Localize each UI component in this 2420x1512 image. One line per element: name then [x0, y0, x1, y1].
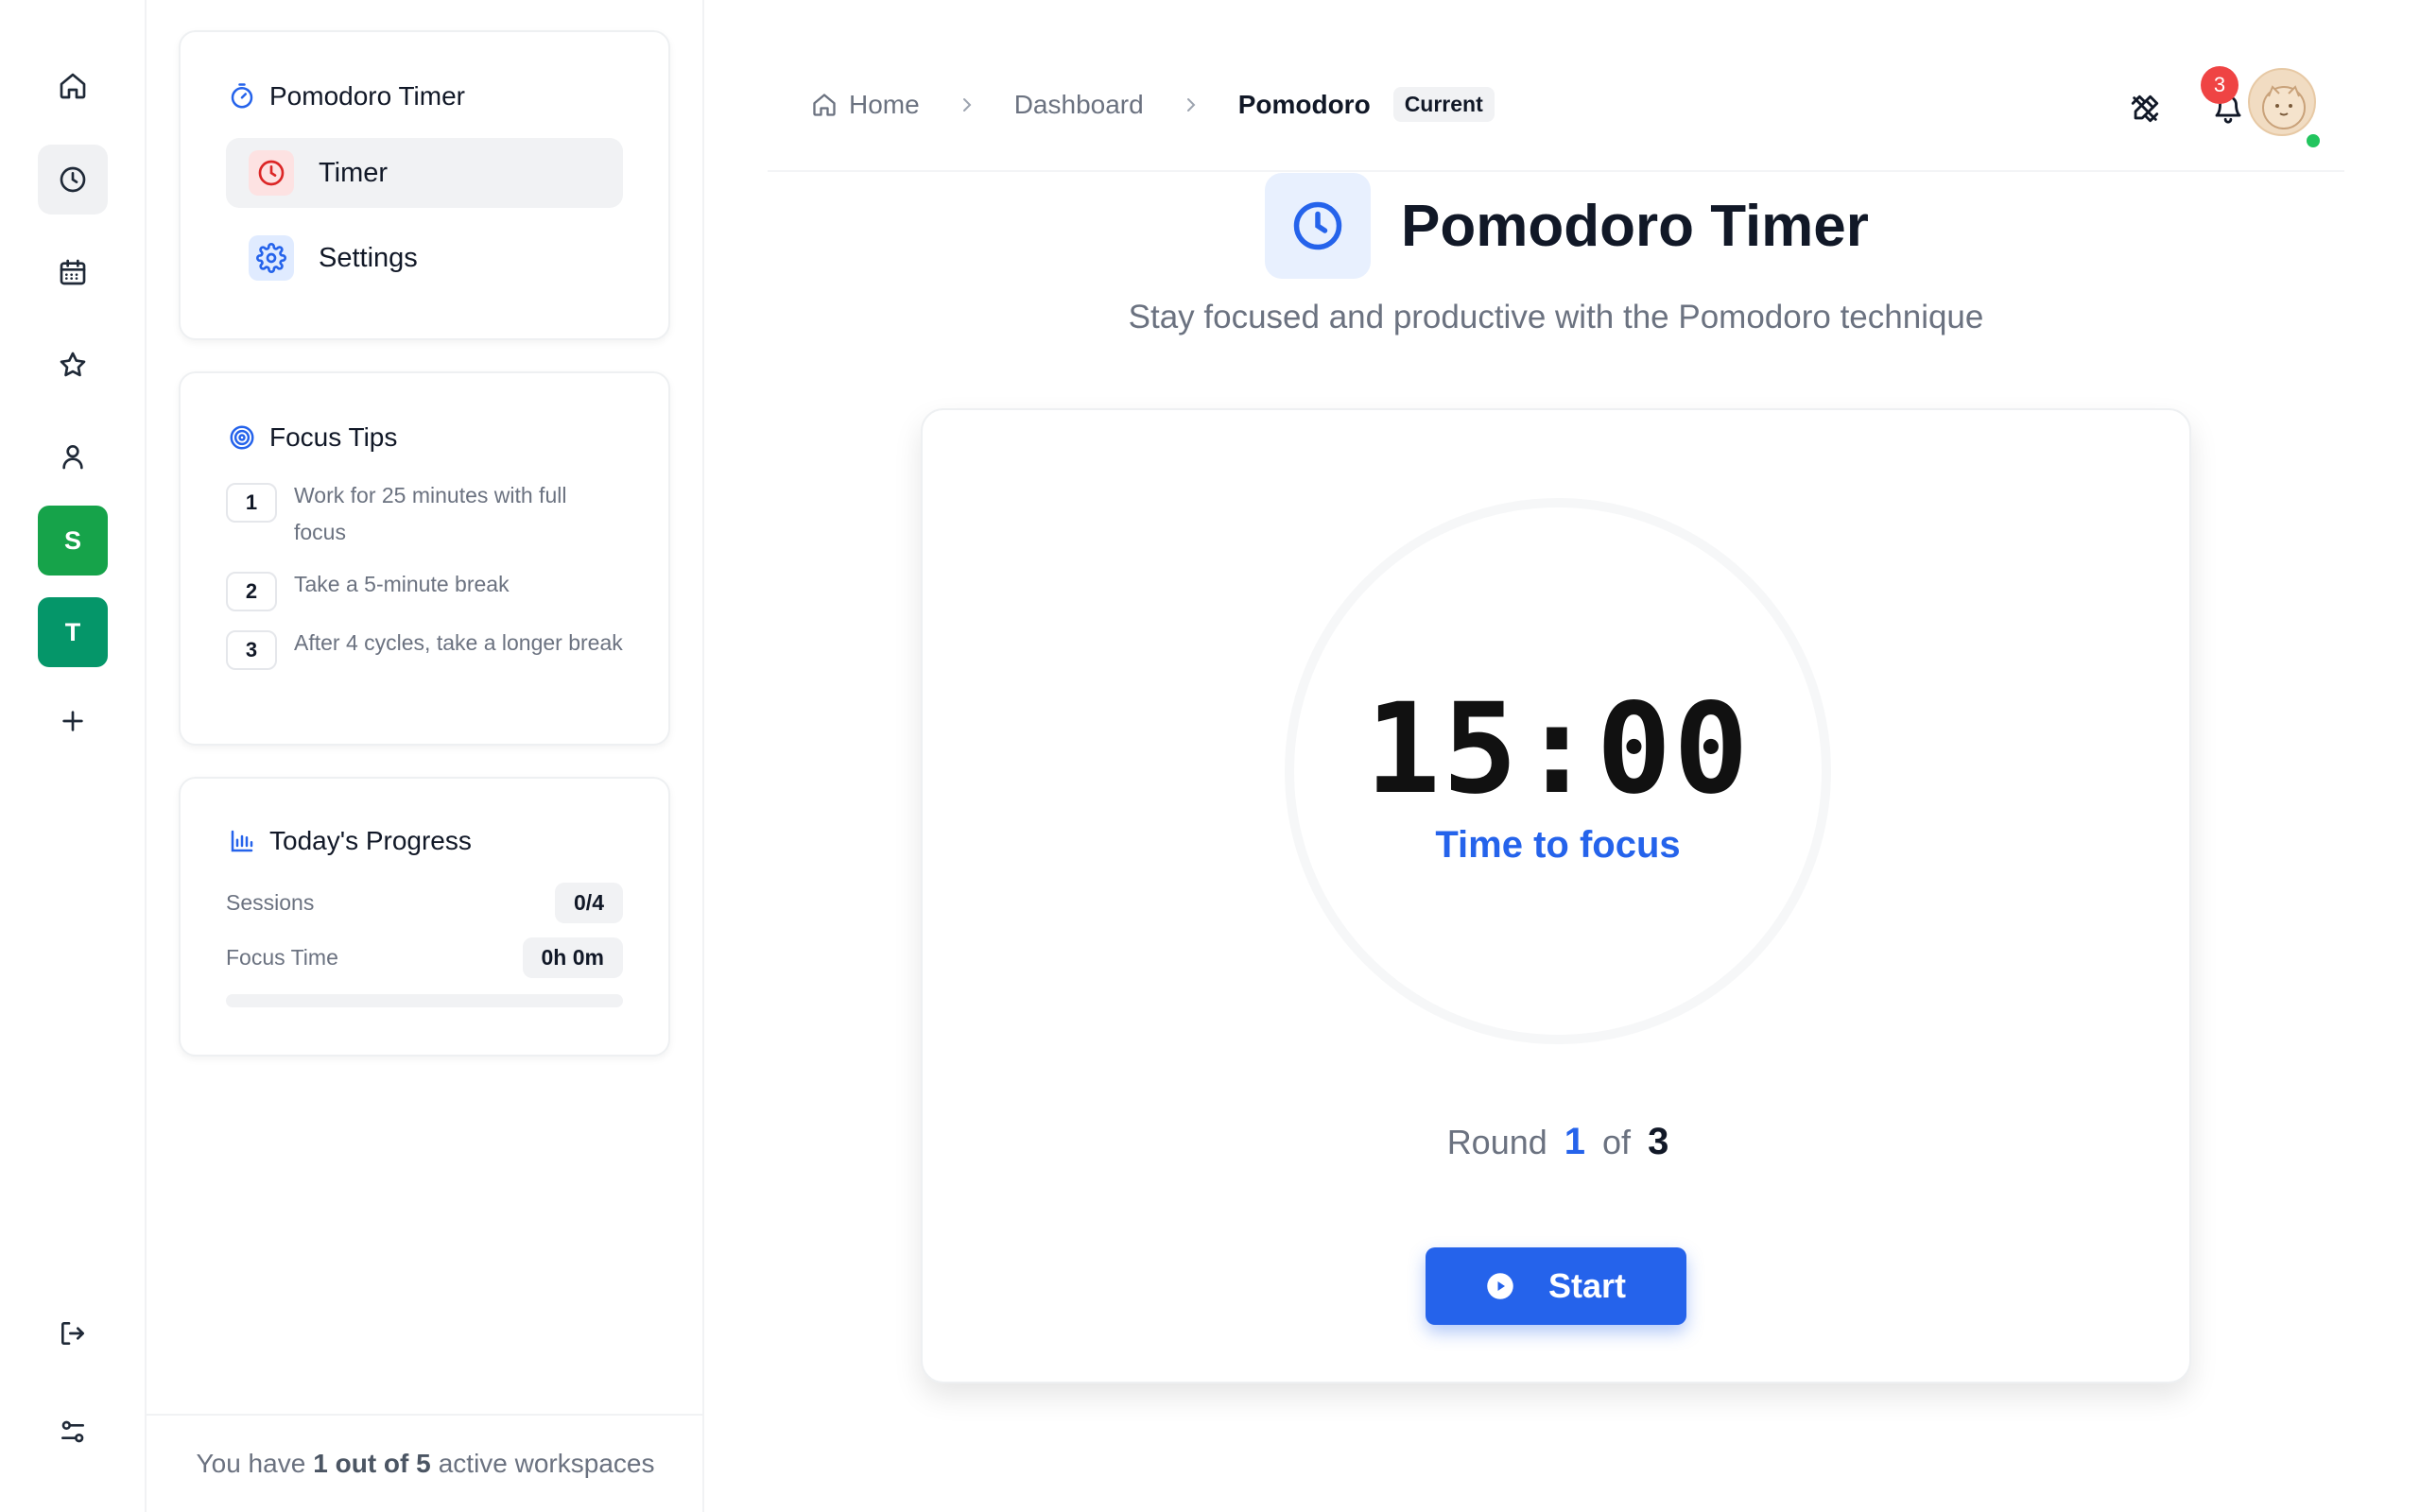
logout-icon[interactable]: [38, 1298, 108, 1368]
clock-icon: [249, 150, 294, 196]
page-title: Pomodoro Timer: [1401, 193, 1869, 259]
clock-icon: [1265, 173, 1371, 279]
round-label: Round: [1446, 1123, 1547, 1161]
breadcrumb: Home Dashboard Pomodoro Current: [811, 87, 1495, 122]
target-icon: [228, 423, 256, 452]
nav-card-title: Pomodoro Timer: [228, 81, 465, 112]
home-icon: [811, 92, 838, 118]
sessions-value: 0/4: [555, 883, 623, 923]
clock-icon[interactable]: [38, 145, 108, 215]
nav-card-title-text: Pomodoro Timer: [269, 81, 465, 111]
sidebar-item-label: Timer: [319, 157, 389, 188]
workspace-t[interactable]: T: [38, 597, 108, 667]
round-of: of: [1602, 1123, 1632, 1161]
footer-suffix: active workspaces: [438, 1449, 655, 1478]
tip-number: 3: [226, 630, 277, 670]
breadcrumb-dashboard[interactable]: Dashboard: [1014, 90, 1144, 120]
sidebar-item-label: Settings: [319, 242, 418, 273]
sidebar-item-settings[interactable]: Settings: [226, 223, 623, 293]
calendar-icon[interactable]: [38, 237, 108, 307]
star-icon[interactable]: [38, 330, 108, 400]
workspace-footer: You have 1 out of 5 active workspaces: [147, 1414, 704, 1512]
focus-tips-title-text: Focus Tips: [269, 422, 398, 452]
sessions-label: Sessions: [226, 890, 315, 915]
home-icon[interactable]: [38, 51, 108, 121]
progress-bar: [226, 994, 623, 1007]
sidebar-item-timer[interactable]: Timer: [226, 138, 623, 208]
user-icon[interactable]: [38, 421, 108, 491]
top-header: Home Dashboard Pomodoro Current 3: [768, 0, 2344, 172]
avatar[interactable]: [2248, 68, 2316, 136]
current-badge: Current: [1392, 87, 1495, 122]
timer-card: 15:00 Time to focus Round 1 of 3 Start: [921, 408, 2191, 1383]
page-subtitle: Stay focused and productive with the Pom…: [1128, 299, 1984, 335]
icon-rail: S T: [0, 0, 147, 1512]
stopwatch-icon: [228, 82, 256, 111]
start-button-label: Start: [1547, 1266, 1627, 1305]
online-status-dot: [2305, 132, 2322, 149]
focus-time-label: Focus Time: [226, 945, 338, 970]
secondary-sidebar: Pomodoro Timer Timer Settings Focus Tips…: [147, 0, 704, 1512]
breadcrumb-home[interactable]: Home: [811, 90, 920, 120]
focus-time-value: 0h 0m: [522, 937, 623, 978]
bar-chart-icon: [228, 827, 256, 855]
breadcrumb-current-label: Pomodoro: [1237, 89, 1371, 119]
footer-count: 1 out of 5: [313, 1449, 431, 1478]
tip-number: 1: [226, 483, 277, 523]
round-current: 1: [1564, 1121, 1586, 1162]
breadcrumb-current: Pomodoro Current: [1238, 87, 1495, 122]
focus-time-stat: Focus Time 0h 0m: [226, 937, 623, 978]
chevron-right-icon: [1180, 94, 1202, 116]
progress-title: Today's Progress: [228, 826, 472, 856]
plus-icon[interactable]: [38, 686, 108, 756]
gear-icon: [249, 235, 294, 281]
focus-tips-card: Focus Tips 1 Work for 25 minutes with fu…: [179, 371, 670, 746]
sliders-icon[interactable]: [38, 1397, 108, 1467]
timer-mode-label: Time to focus: [1435, 824, 1681, 866]
tip-item: 3 After 4 cycles, take a longer break: [226, 630, 623, 670]
tip-item: 2 Take a 5-minute break: [226, 572, 623, 611]
breadcrumb-dashboard-label: Dashboard: [1013, 89, 1144, 119]
footer-prefix: You have: [196, 1449, 306, 1478]
tip-number: 2: [226, 572, 277, 611]
start-button[interactable]: Start: [1426, 1247, 1686, 1325]
notification-badge: 3: [2201, 66, 2238, 104]
chevron-right-icon: [956, 94, 978, 116]
timer-display: 15:00: [1365, 677, 1751, 822]
progress-title-text: Today's Progress: [269, 826, 472, 855]
sessions-stat: Sessions 0/4: [226, 883, 623, 923]
breadcrumb-home-label: Home: [849, 89, 920, 119]
tip-text: After 4 cycles, take a longer break: [294, 630, 623, 655]
focus-tips-title: Focus Tips: [228, 422, 397, 453]
round-indicator: Round 1 of 3: [923, 1121, 2193, 1163]
design-tools-icon[interactable]: [2121, 85, 2169, 132]
pomodoro-nav-card: Pomodoro Timer Timer Settings: [179, 30, 670, 340]
tip-item: 1 Work for 25 minutes with full focus: [226, 483, 623, 551]
tip-text: Take a 5-minute break: [294, 572, 510, 596]
page-header: Pomodoro Timer: [1265, 173, 1869, 279]
workspace-s[interactable]: S: [38, 506, 108, 576]
round-total: 3: [1648, 1121, 1669, 1162]
play-circle-icon: [1486, 1272, 1514, 1300]
tip-text: Work for 25 minutes with full focus: [294, 483, 567, 544]
todays-progress-card: Today's Progress Sessions 0/4 Focus Time…: [179, 777, 670, 1057]
